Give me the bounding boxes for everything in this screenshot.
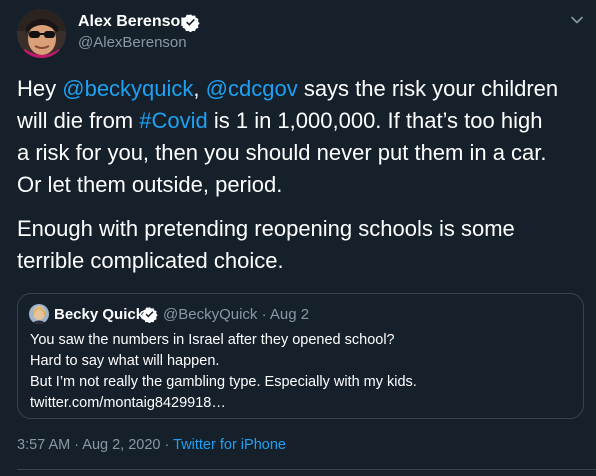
tweet-source-link[interactable]: Twitter for iPhone: [173, 437, 286, 453]
author-avatar-image: [17, 9, 66, 58]
mention-link-beckyquick[interactable]: @beckyquick: [62, 76, 193, 101]
text-segment: will die from: [17, 108, 140, 133]
quoted-line: You saw the numbers in Israel after they…: [30, 332, 395, 348]
quoted-author-name: Becky Quick: [54, 306, 145, 323]
quoted-handle-date: @BeckyQuick · Aug 2: [163, 306, 310, 323]
text-segment: Hey: [17, 76, 63, 101]
tweet-line: Enough with pretending reopening schools…: [17, 216, 515, 241]
chevron-down-icon[interactable]: [569, 12, 585, 28]
author-name[interactable]: Alex Berenson: [78, 12, 190, 32]
quoted-line: But I’m not really the gambling type. Es…: [30, 374, 417, 390]
mention-link-cdcgov[interactable]: @cdcgov: [206, 76, 298, 101]
quoted-line: Hard to say what will happen.: [30, 353, 220, 369]
tweet-line: terrible complicated choice.: [17, 248, 284, 273]
tweet-timestamp[interactable]: 3:57 AM · Aug 2, 2020 ·: [17, 437, 173, 453]
quoted-author-avatar: [29, 304, 49, 324]
tweet-line: will die from #Covid is 1 in 1,000,000. …: [17, 105, 589, 137]
text-segment: is 1 in 1,000,000. If that’s too high: [207, 108, 543, 133]
tweet-line: a risk for you, then you should never pu…: [17, 140, 547, 165]
author-handle[interactable]: @AlexBerenson: [78, 33, 187, 53]
hashtag-link-covid[interactable]: #Covid: [139, 108, 207, 133]
tweet-line: Or let them outside, period.: [17, 172, 283, 197]
divider: [17, 469, 596, 470]
text-segment: ,: [193, 76, 206, 101]
author-avatar[interactable]: [17, 9, 66, 58]
quoted-avatar-image: [29, 304, 49, 324]
quoted-link-text[interactable]: twitter.com/montaig8429918…: [30, 393, 575, 414]
tweet-text: Hey @beckyquick, @cdcgov says the risk y…: [17, 73, 589, 277]
quoted-tweet[interactable]: Becky Quick @BeckyQuick · Aug 2 You saw …: [17, 293, 584, 419]
tweet-card: Alex Berenson @AlexBerenson Hey @beckyqu…: [0, 0, 596, 476]
quoted-text: You saw the numbers in Israel after they…: [30, 330, 575, 414]
verified-badge-icon: [182, 14, 200, 32]
tweet-metadata: 3:57 AM · Aug 2, 2020 · Twitter for iPho…: [17, 435, 286, 455]
verified-badge-icon: [142, 307, 158, 323]
text-segment: says the risk your children: [297, 76, 559, 101]
tweet-line: Hey @beckyquick, @cdcgov says the risk y…: [17, 73, 589, 105]
